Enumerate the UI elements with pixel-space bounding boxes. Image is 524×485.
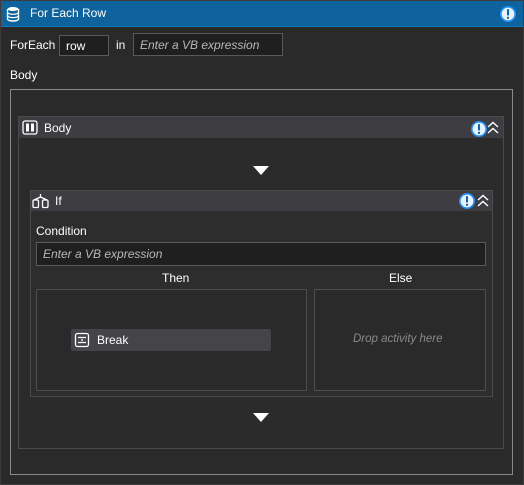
info-icon[interactable] (459, 193, 475, 209)
else-drop-hint: Drop activity here (353, 333, 443, 345)
insert-arrow-icon[interactable] (253, 413, 269, 422)
foreach-label: ForEach (10, 38, 56, 52)
condition-label: Condition (36, 224, 87, 238)
break-title: Break (97, 333, 129, 347)
info-icon[interactable] (500, 6, 516, 22)
condition-expression-input[interactable]: Enter a VB expression (36, 242, 486, 266)
info-icon[interactable] (471, 121, 487, 137)
else-label: Else (389, 271, 413, 285)
foreach-item-input[interactable]: row (59, 35, 109, 56)
sequence-title: Body (44, 121, 72, 135)
sequence-header[interactable] (19, 117, 503, 138)
in-label: in (116, 38, 126, 52)
activity-title: For Each Row (30, 6, 107, 20)
collapse-icon[interactable] (477, 194, 489, 208)
then-label: Then (162, 271, 190, 285)
data-table-icon (6, 6, 20, 22)
sequence-icon (22, 120, 38, 135)
collection-expression-input[interactable]: Enter a VB expression (133, 33, 283, 56)
if-header[interactable] (31, 191, 492, 211)
break-icon (74, 332, 90, 348)
body-label: Body (10, 68, 38, 82)
if-title: If (55, 194, 62, 208)
if-icon (32, 193, 49, 209)
collapse-icon[interactable] (487, 121, 499, 135)
insert-arrow-icon[interactable] (253, 166, 269, 175)
